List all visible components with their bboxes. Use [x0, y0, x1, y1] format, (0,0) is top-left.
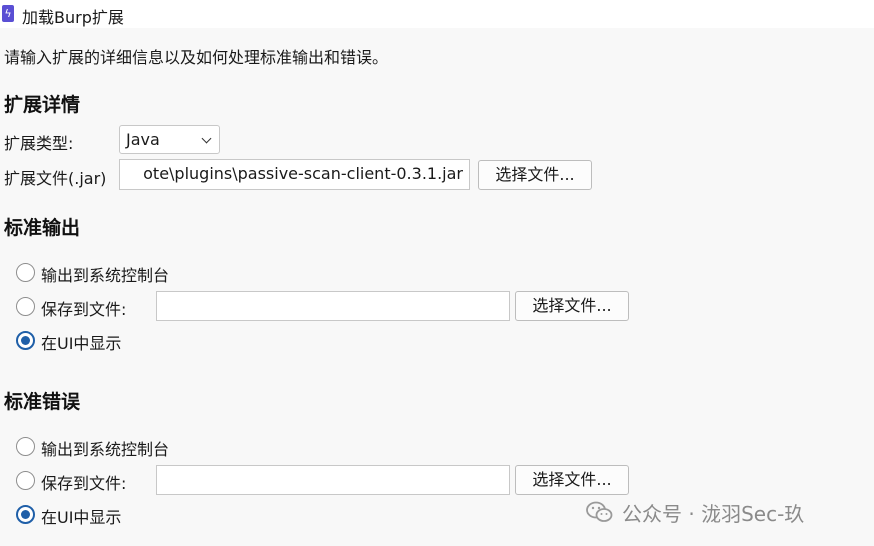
extension-choose-file-button[interactable]: 选择文件... — [478, 160, 592, 190]
stdout-ui-label[interactable]: 在UI中显示 — [41, 330, 121, 354]
stdout-ui-radio[interactable] — [16, 331, 35, 350]
extension-file-label: 扩展文件(.jar) — [4, 169, 107, 188]
stdout-heading: 标准输出 — [4, 217, 81, 239]
extension-file-input[interactable]: ote\plugins\passive-scan-client-0.3.1.ja… — [119, 159, 470, 190]
details-heading: 扩展详情 — [4, 94, 81, 116]
stdout-file-input[interactable] — [156, 291, 510, 321]
chevron-down-icon — [201, 133, 212, 144]
stderr-file-radio[interactable] — [16, 471, 35, 490]
stderr-ui-label[interactable]: 在UI中显示 — [41, 504, 121, 528]
stderr-console-label[interactable]: 输出到系统控制台 — [41, 436, 169, 460]
stderr-heading: 标准错误 — [4, 391, 81, 413]
extension-file-value: ote\plugins\passive-scan-client-0.3.1.ja… — [143, 164, 463, 183]
stderr-file-label[interactable]: 保存到文件: — [41, 470, 126, 494]
extension-type-label: 扩展类型: — [4, 134, 74, 153]
stderr-choose-file-button[interactable]: 选择文件... — [515, 465, 629, 495]
title-bar: ϟ 加载Burp扩展 — [0, 0, 874, 28]
intro-text: 请输入扩展的详细信息以及如何处理标准输出和错误。 — [4, 48, 389, 67]
stderr-file-input[interactable] — [156, 465, 510, 495]
stdout-console-label[interactable]: 输出到系统控制台 — [41, 262, 169, 286]
watermark-text: 公众号 · 泷羽Sec-玖 — [622, 502, 805, 526]
stdout-console-radio[interactable] — [16, 263, 35, 282]
extension-type-value: Java — [126, 130, 160, 149]
stdout-choose-file-button[interactable]: 选择文件... — [515, 291, 629, 321]
window-title: 加载Burp扩展 — [22, 8, 124, 27]
extension-type-select[interactable]: Java — [119, 125, 220, 154]
stderr-ui-radio[interactable] — [16, 505, 35, 524]
stderr-console-radio[interactable] — [16, 437, 35, 456]
stdout-file-radio[interactable] — [16, 297, 35, 316]
stdout-file-label[interactable]: 保存到文件: — [41, 296, 126, 320]
burp-bolt-icon: ϟ — [2, 5, 14, 22]
wechat-icon — [586, 501, 613, 522]
